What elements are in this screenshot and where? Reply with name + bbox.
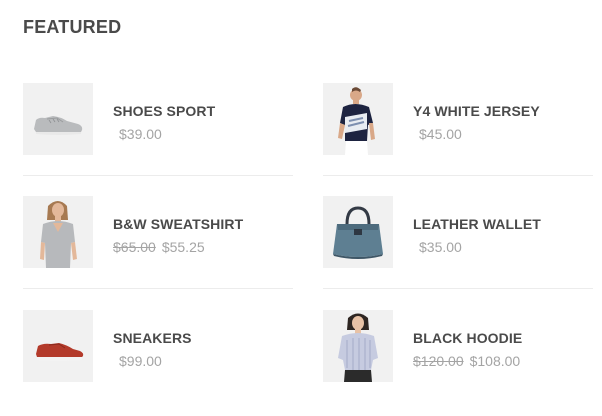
product-price: $39.00 [119,126,162,142]
product-name[interactable]: SNEAKERS [113,330,192,346]
product-price: $108.00 [469,353,521,369]
woman-in-gray-top-image[interactable] [23,196,93,268]
product-name[interactable]: BLACK HOODIE [413,330,522,346]
product-price-block: $45.00 [413,126,462,142]
product-item[interactable]: SHOES SPORT $39.00 [23,83,293,155]
product-item[interactable]: B&W SWEATSHIRT $65.00 $55.25 [23,196,293,268]
divider [323,288,593,289]
divider [23,288,293,289]
product-name[interactable]: Y4 WHITE JERSEY [413,103,540,119]
product-price-block: $65.00 $55.25 [113,239,205,255]
product-item[interactable]: BLACK HOODIE $120.00 $108.00 [323,310,593,382]
product-price-block: $35.00 [413,239,462,255]
product-price-block: $99.00 [113,353,162,369]
product-name[interactable]: SHOES SPORT [113,103,215,119]
product-price: $45.00 [419,126,462,142]
divider [23,175,293,176]
section-title: FEATURED [23,17,122,37]
man-in-jersey-image[interactable] [323,83,393,155]
product-item[interactable]: SNEAKERS $99.00 [23,310,293,382]
product-item[interactable]: LEATHER WALLET $35.00 [323,196,593,268]
gray-sneaker-image[interactable] [23,83,93,155]
red-sneaker-image[interactable] [23,310,93,382]
divider [323,175,593,176]
product-name[interactable]: B&W SWEATSHIRT [113,216,243,232]
product-price-block: $39.00 [113,126,162,142]
product-name[interactable]: LEATHER WALLET [413,216,541,232]
product-item[interactable]: Y4 WHITE JERSEY $45.00 [323,83,593,155]
product-price: $99.00 [119,353,162,369]
product-old-price: $120.00 [413,353,464,369]
woman-in-striped-shirt-image[interactable] [323,310,393,382]
product-old-price: $65.00 [113,239,156,255]
blue-tote-bag-image[interactable] [323,196,393,268]
product-price: $35.00 [419,239,462,255]
product-price: $55.25 [161,239,205,255]
product-price-block: $120.00 $108.00 [413,353,520,369]
